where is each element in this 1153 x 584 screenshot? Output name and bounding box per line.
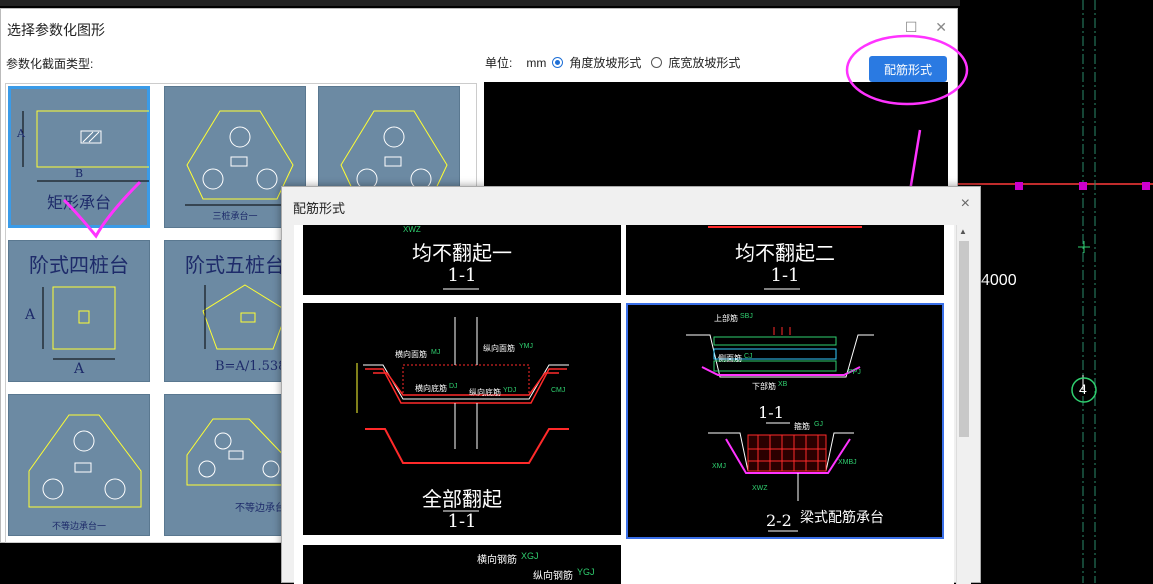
code-cj: CJ bbox=[744, 353, 753, 360]
code-ydj: YDJ bbox=[503, 387, 517, 394]
label-horizontal-bottom: 横向底筋 bbox=[415, 384, 447, 393]
label-vertical-top: 纵向面筋 bbox=[483, 344, 515, 353]
dialog-title: 配筋形式 bbox=[293, 201, 346, 216]
rebar-option-no-bend-1[interactable]: XWZ 均不翻起一 1-1 bbox=[303, 225, 621, 295]
option-title: 均不翻起一 bbox=[412, 241, 512, 265]
label-side-bar: 侧面筋 bbox=[718, 354, 742, 363]
code-xmbj: XMBJ bbox=[838, 459, 857, 466]
section-mark-a: 1-1 bbox=[758, 403, 784, 422]
code-gj: GJ bbox=[814, 421, 823, 428]
code-mj: MJ bbox=[431, 349, 441, 356]
code-cmj: CMJ bbox=[551, 387, 566, 394]
option-title: 均不翻起二 bbox=[735, 241, 835, 265]
code-ymj: YMJ bbox=[519, 343, 533, 350]
rebar-option-all-bend[interactable]: 横向面筋 MJ 纵向面筋 YMJ 横向底筋 DJ 纵向底筋 YDJ CMJ 全部… bbox=[303, 303, 621, 535]
label-stirrup: 箍筋 bbox=[794, 422, 810, 431]
code-xwz: XWZ bbox=[752, 485, 768, 492]
option-title: 全部翻起 bbox=[422, 487, 502, 511]
option-title: 梁式配筋承台 bbox=[800, 509, 884, 525]
code-ygj: YGJ bbox=[577, 567, 595, 577]
code-xgj: XGJ bbox=[521, 551, 539, 561]
rebar-option-beam-type[interactable]: 上部筋 SBJ 侧面筋 CJ 下部筋 XB 箍筋 GJ XMJ XWZ XMBJ… bbox=[626, 303, 944, 539]
label-horizontal-top: 横向面筋 bbox=[395, 350, 427, 359]
section-mark: 1-1 bbox=[447, 511, 477, 532]
section-mark-b: 2-2 bbox=[766, 511, 792, 530]
code-sbj: SBJ bbox=[740, 313, 753, 320]
label-top-bar: 上部筋 bbox=[714, 314, 738, 323]
label-vertical: 纵向钢筋 bbox=[533, 571, 573, 582]
label-vertical-bottom: 纵向底筋 bbox=[469, 388, 501, 397]
code-dj: DJ bbox=[449, 383, 458, 390]
label-horizontal: 横向钢筋 bbox=[477, 555, 517, 566]
rebar-option-no-bend-2[interactable]: 均不翻起二 1-1 bbox=[626, 225, 944, 295]
rebar-form-dialog: 配筋形式 × XWZ 均不翻起一 1-1 均不翻起二 1-1 横向面筋 MJ 纵… bbox=[281, 186, 981, 584]
rebar-option-list: XWZ 均不翻起一 1-1 均不翻起二 1-1 横向面筋 MJ 纵向面筋 YMJ… bbox=[294, 225, 954, 584]
code-xmj: XMJ bbox=[712, 463, 726, 470]
close-icon[interactable]: × bbox=[961, 195, 970, 213]
section-mark: 1-1 bbox=[447, 265, 477, 286]
code-ppj: PPJ bbox=[848, 369, 861, 376]
rebar-option-5[interactable]: 横向钢筋 XGJ 纵向钢筋 YGJ bbox=[303, 545, 621, 584]
tag: XWZ bbox=[403, 225, 421, 234]
section-mark: 1-1 bbox=[770, 265, 800, 286]
label-bottom-bar: 下部筋 bbox=[752, 382, 776, 391]
scroll-thumb[interactable] bbox=[959, 241, 969, 437]
code-xb: XB bbox=[778, 381, 788, 388]
vertical-scrollbar[interactable]: ▲ bbox=[956, 225, 971, 584]
scroll-up-icon[interactable]: ▲ bbox=[959, 227, 967, 236]
